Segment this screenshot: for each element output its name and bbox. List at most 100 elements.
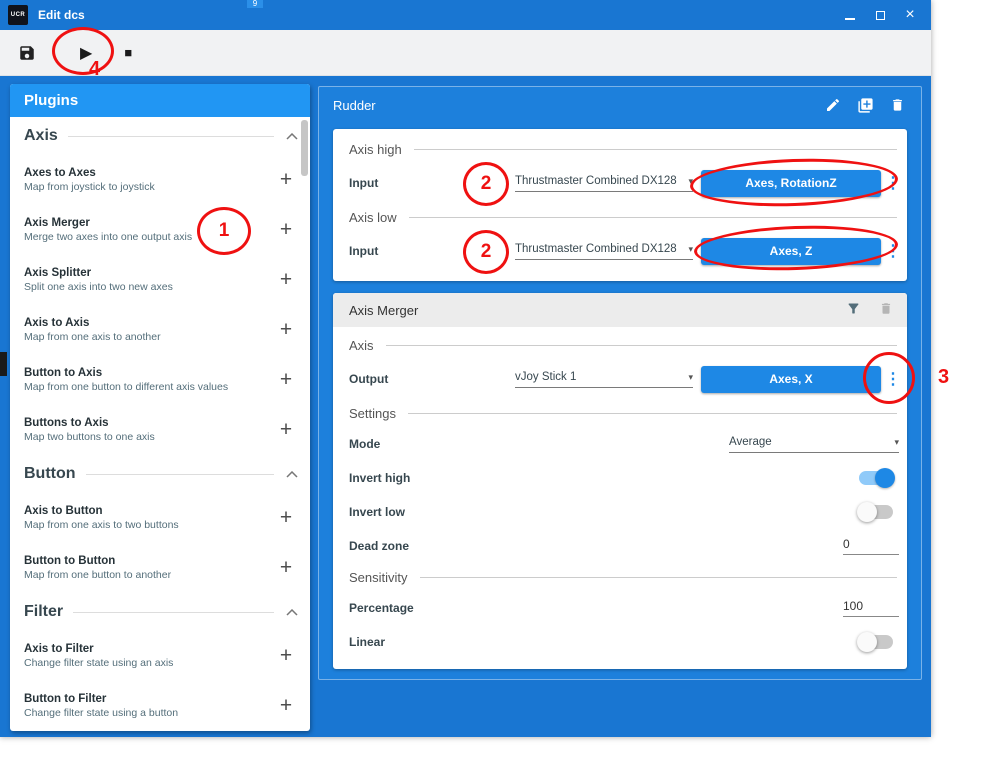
group-header-sensitivity: Sensitivity <box>349 563 901 591</box>
plugin-item-axis-to-axis: Axis to Axis Map from one axis to anothe… <box>10 305 310 355</box>
mode-select[interactable]: Average ▾ <box>729 436 899 453</box>
toolbar: ▶ ■ <box>0 30 931 76</box>
plugins-panel-title: Plugins <box>10 84 310 117</box>
dead-zone-input[interactable]: 0 <box>843 537 899 555</box>
plugin-desc: Split one axis into two new axes <box>24 281 173 293</box>
add-plugin-button[interactable]: + <box>274 268 298 292</box>
add-plugin-button[interactable]: + <box>274 368 298 392</box>
add-plugin-button[interactable]: + <box>274 418 298 442</box>
plugin-text: Button to Axis Map from one button to di… <box>24 367 274 393</box>
profile-panel: Rudder Axis high Input Thrustmaster Comb… <box>318 86 922 680</box>
edit-icon[interactable] <box>825 97 841 113</box>
plugin-title: Button to Button <box>24 555 116 567</box>
setting-label: Percentage <box>349 601 414 615</box>
invert-low-toggle[interactable] <box>857 502 893 522</box>
divider <box>407 412 897 414</box>
group-header-axis-low: Axis low <box>349 203 901 231</box>
binding-button-rotationz[interactable]: Axes, RotationZ <box>701 169 881 197</box>
group-header-settings: Settings <box>349 399 901 427</box>
chevron-down-icon: ▾ <box>894 436 899 447</box>
maximize-button[interactable] <box>865 3 895 27</box>
binding-button-x[interactable]: Axes, X <box>701 365 881 393</box>
more-options-icon[interactable]: ⋮ <box>885 369 901 389</box>
plugin-desc: Map from joystick to joystick <box>24 181 155 193</box>
chevron-up-icon[interactable] <box>286 127 298 145</box>
annotation-number-3: 3 <box>938 366 950 388</box>
screen-edge-tab <box>0 352 7 376</box>
plugins-section-header-filter[interactable]: Filter <box>10 593 310 631</box>
chevron-up-icon[interactable] <box>286 603 298 621</box>
linear-toggle[interactable] <box>857 632 893 652</box>
setting-label: Invert high <box>349 471 411 485</box>
profile-title: Rudder <box>333 97 376 113</box>
chevron-up-icon[interactable] <box>286 465 298 483</box>
filter-icon[interactable] <box>846 301 861 319</box>
divider <box>413 148 897 150</box>
plugins-scrollbar[interactable] <box>301 120 309 728</box>
group-label: Sensitivity <box>349 569 408 585</box>
plugin-item-buttons-to-axis: Buttons to Axis Map two buttons to one a… <box>10 405 310 455</box>
chevron-down-icon: ▾ <box>688 243 693 254</box>
divider <box>73 611 274 613</box>
plugin-desc: Map from one axis to another <box>24 331 161 343</box>
add-plugin-button[interactable]: + <box>274 168 298 192</box>
add-plugin-button[interactable]: + <box>274 318 298 342</box>
device-select-value: Thrustmaster Combined DX128 <box>515 174 677 187</box>
device-select[interactable]: Thrustmaster Combined DX128 ▾ <box>515 175 693 192</box>
close-button[interactable]: × <box>895 3 925 27</box>
scrollbar-thumb[interactable] <box>301 120 308 176</box>
more-options-icon[interactable]: ⋮ <box>885 241 901 261</box>
binding-button-z[interactable]: Axes, Z <box>701 237 881 265</box>
screen: UCR Edit dcs × ▶ ■ Plugins Axis Axes to … <box>0 0 1000 763</box>
plugin-card-actions <box>846 301 893 319</box>
plugins-section-header-axis[interactable]: Axis <box>10 117 310 155</box>
output-row: Output vJoy Stick 1 ▾ Axes, X ⋮ <box>349 359 901 399</box>
group-label: Settings <box>349 405 396 421</box>
plugin-title: Axis to Button <box>24 505 103 517</box>
add-plugin-button[interactable]: + <box>274 556 298 580</box>
stop-icon: ■ <box>124 45 133 60</box>
group-header-axis-high: Axis high <box>349 135 901 163</box>
plugin-item-axis-splitter: Axis Splitter Split one axis into two ne… <box>10 255 310 305</box>
plugin-text: Axis Splitter Split one axis into two ne… <box>24 267 274 293</box>
dead-zone-row: Dead zone 0 <box>349 529 901 563</box>
add-plugin-button[interactable]: + <box>274 694 298 718</box>
plugin-item-axis-merger: Axis Merger Merge two axes into one outp… <box>10 205 310 255</box>
plugin-title: Button to Axis <box>24 367 103 379</box>
plugin-desc: Change filter state using an axis <box>24 657 174 669</box>
plugin-card-title: Axis Merger <box>349 302 419 318</box>
window-title: Edit dcs <box>38 8 85 22</box>
more-options-icon[interactable]: ⋮ <box>885 173 901 193</box>
group-label: Axis high <box>349 141 402 157</box>
duplicate-icon[interactable] <box>857 97 874 114</box>
invert-high-toggle[interactable] <box>859 468 895 488</box>
setting-label: Mode <box>349 437 381 451</box>
divider <box>408 216 897 218</box>
percentage-input[interactable]: 100 <box>843 599 899 617</box>
minimize-button[interactable] <box>835 3 865 27</box>
setting-label: Invert low <box>349 505 406 519</box>
plugin-desc: Merge two axes into one output axis <box>24 231 193 243</box>
stop-button[interactable]: ■ <box>124 45 132 60</box>
plugin-text: Axis to Axis Map from one axis to anothe… <box>24 317 274 343</box>
add-plugin-button[interactable]: + <box>274 506 298 530</box>
toggle-knob <box>857 502 877 522</box>
plugin-title: Axis Merger <box>24 217 90 229</box>
plugin-title: Axes to Axes <box>24 167 96 179</box>
chevron-down-icon: ▾ <box>688 175 693 186</box>
delete-icon[interactable] <box>890 97 905 113</box>
add-plugin-button[interactable]: + <box>274 644 298 668</box>
add-plugin-button[interactable]: + <box>274 218 298 242</box>
play-button[interactable]: ▶ <box>80 43 92 63</box>
device-select[interactable]: Thrustmaster Combined DX128 ▾ <box>515 243 693 260</box>
invert-low-row: Invert low <box>349 495 901 529</box>
save-button[interactable] <box>18 44 36 62</box>
device-select[interactable]: vJoy Stick 1 ▾ <box>515 371 693 388</box>
plugins-section-header-button[interactable]: Button <box>10 455 310 493</box>
delete-icon[interactable] <box>879 301 893 319</box>
plugin-desc: Change filter state using a button <box>24 707 179 719</box>
group-label: Axis low <box>349 209 397 225</box>
titlebar[interactable]: UCR Edit dcs × <box>0 0 931 30</box>
plugin-title: Button to Filter <box>24 693 107 705</box>
plugin-item-button-to-filter: Button to Filter Change filter state usi… <box>10 681 310 731</box>
